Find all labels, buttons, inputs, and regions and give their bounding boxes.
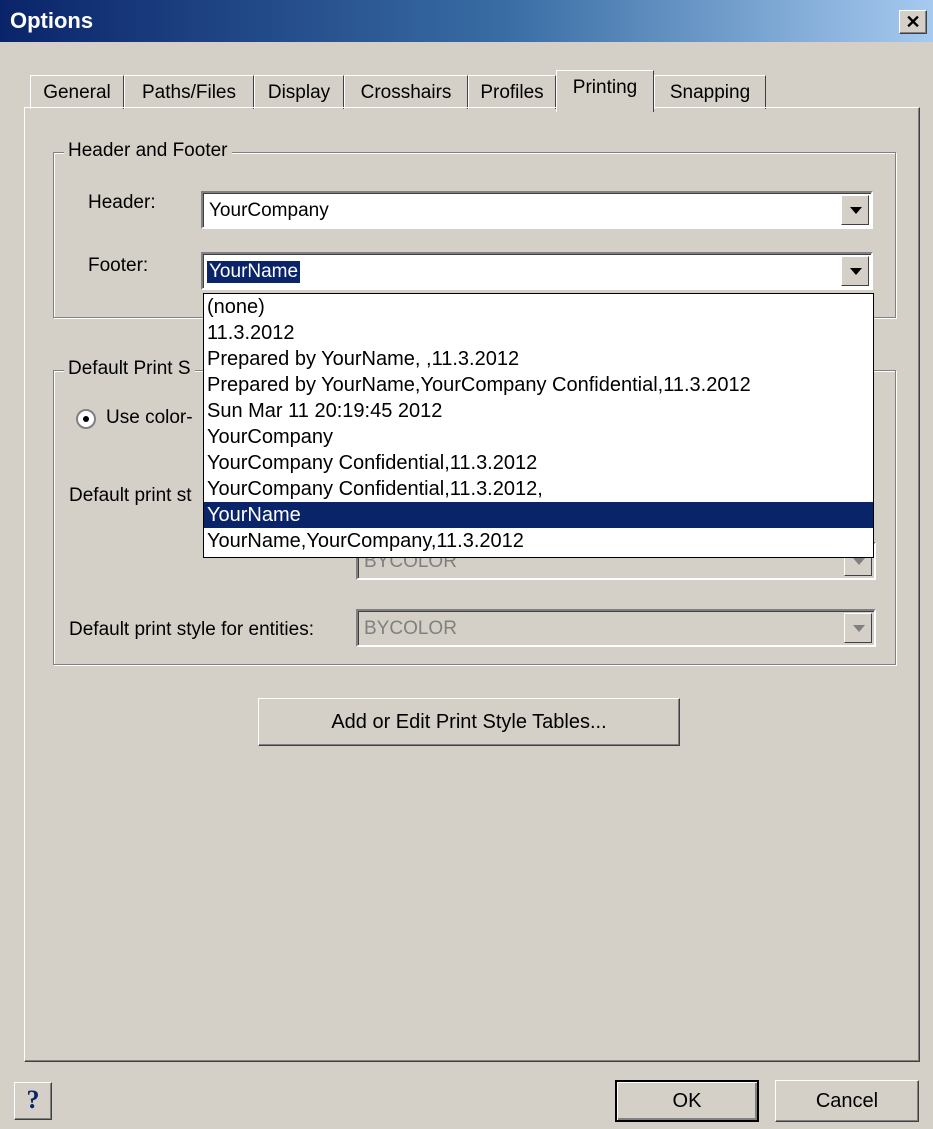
tab-label: Crosshairs xyxy=(360,82,452,103)
list-item-selected[interactable]: YourName xyxy=(204,502,873,528)
header-label: Header: xyxy=(88,192,156,213)
chevron-down-icon[interactable] xyxy=(841,195,869,225)
default-print-style-label: Default print st xyxy=(69,485,192,506)
close-icon: ✕ xyxy=(905,12,921,32)
header-footer-legend: Header and Footer xyxy=(64,140,232,162)
tab-label: Printing xyxy=(572,77,638,98)
button-label: Cancel xyxy=(815,1090,879,1112)
tab-label: Profiles xyxy=(480,82,544,103)
tab-label: Paths/Files xyxy=(142,82,236,103)
help-button[interactable]: ? xyxy=(14,1082,52,1120)
tab-label: General xyxy=(43,82,111,103)
list-item[interactable]: (none) xyxy=(204,294,873,320)
tab-snapping[interactable]: Snapping xyxy=(654,75,766,109)
tab-display[interactable]: Display xyxy=(254,75,344,109)
list-item[interactable]: YourCompany Confidential,11.3.2012 xyxy=(204,450,873,476)
header-combo[interactable]: YourCompany xyxy=(201,191,873,229)
tab-paths-files[interactable]: Paths/Files xyxy=(124,75,254,109)
list-item[interactable]: YourCompany Confidential,11.3.2012, xyxy=(204,476,873,502)
window-title: Options xyxy=(10,8,94,33)
list-item[interactable]: Prepared by YourName, ,11.3.2012 xyxy=(204,346,873,372)
button-label: Add or Edit Print Style Tables... xyxy=(331,711,607,733)
list-item[interactable]: Sun Mar 11 20:19:45 2012 xyxy=(204,398,873,424)
list-item[interactable]: YourCompany xyxy=(204,424,873,450)
tab-profiles[interactable]: Profiles xyxy=(468,75,556,109)
footer-dropdown-list[interactable]: (none) 11.3.2012 Prepared by YourName, ,… xyxy=(203,293,874,558)
list-item[interactable]: 11.3.2012 xyxy=(204,320,873,346)
list-item[interactable]: YourName,YourCompany,11.3.2012 xyxy=(204,528,873,554)
tab-crosshairs[interactable]: Crosshairs xyxy=(344,75,468,109)
button-label: OK xyxy=(672,1090,702,1112)
title-bar: Options ✕ xyxy=(0,0,933,42)
header-value: YourCompany xyxy=(209,200,329,221)
tab-general[interactable]: General xyxy=(30,75,124,109)
footer-combo[interactable]: YourName xyxy=(201,252,873,290)
color-dependent-radio[interactable] xyxy=(76,409,96,429)
cancel-button[interactable]: Cancel xyxy=(775,1080,919,1122)
tab-label: Snapping xyxy=(669,82,751,103)
footer-label: Footer: xyxy=(88,255,149,276)
chevron-down-icon[interactable] xyxy=(841,256,869,286)
list-item[interactable]: Prepared by YourName,YourCompany Confide… xyxy=(204,372,873,398)
print-style-legend: Default Print S xyxy=(64,358,195,380)
color-dependent-label: Use color- xyxy=(106,407,193,428)
tab-label: Display xyxy=(267,82,331,103)
tab-printing[interactable]: Printing xyxy=(556,70,654,112)
help-icon: ? xyxy=(26,1085,40,1114)
ok-button[interactable]: OK xyxy=(615,1080,759,1122)
chevron-down-icon xyxy=(844,613,872,643)
add-edit-print-style-tables-button[interactable]: Add or Edit Print Style Tables... xyxy=(258,698,680,746)
close-button[interactable]: ✕ xyxy=(899,10,927,34)
footer-value: YourName xyxy=(207,261,301,283)
entities-style-value: BYCOLOR xyxy=(364,618,457,639)
entities-style-combo[interactable]: BYCOLOR xyxy=(356,609,876,647)
entities-style-label: Default print style for entities: xyxy=(69,619,314,640)
